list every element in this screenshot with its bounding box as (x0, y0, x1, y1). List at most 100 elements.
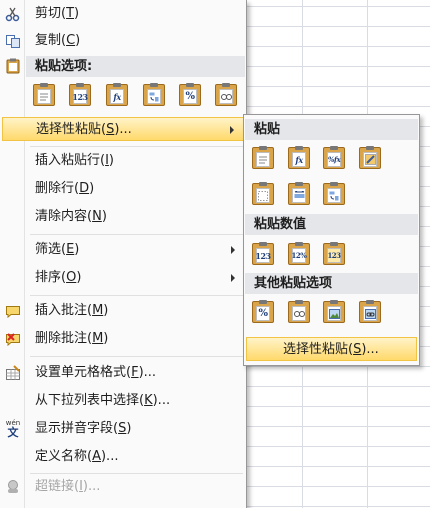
filter-menu-item[interactable]: 筛选(E) (2, 238, 245, 262)
paste-special-menu-item[interactable]: 选择性粘贴(S)... (2, 117, 245, 141)
paste-icon (252, 146, 274, 169)
paste-special-end: )... (114, 122, 132, 137)
keep-source-formatting-icon (359, 146, 381, 169)
paste-header: 粘贴 (245, 119, 418, 140)
sub-vsf-text: 123 (327, 248, 341, 263)
show-phonetic-label: 显示拼音字段( (35, 421, 119, 436)
sub-picture-button[interactable] (321, 299, 347, 325)
hyperlink-label: 超链接( (35, 479, 80, 494)
paste-special-label: 选择性粘贴( (36, 122, 107, 137)
sub-vnf-pct: % (300, 251, 307, 260)
sub-fnf-fx: fx (333, 155, 341, 164)
insert-pasted-rows-label: 插入粘贴行( (35, 153, 106, 168)
sub-transpose-button[interactable] (321, 181, 347, 207)
insert-pasted-rows-menu-item[interactable]: 插入粘贴行(I) (2, 149, 245, 173)
filter-end: ) (74, 242, 80, 257)
sub-no-borders-button[interactable] (250, 181, 276, 207)
phonetic-char: 文 (7, 426, 19, 439)
sub-vnf-12: 12 (291, 251, 301, 260)
values-text: 123 (72, 89, 88, 104)
paste-picture-icon (323, 300, 345, 323)
clipboard-icon (5, 58, 21, 74)
clear-contents-label: 清除内容( (35, 209, 93, 224)
sub-paste-formulas-number-format-button[interactable]: % fx (321, 145, 347, 171)
insert-comment-icon (5, 303, 21, 319)
cut-end: ) (74, 6, 80, 21)
sub-values-source-formatting-button[interactable]: 123 (321, 241, 347, 267)
paste-option-values[interactable]: 123 (67, 82, 93, 108)
formatting-text: % (183, 89, 197, 104)
delete-comment-icon (5, 331, 21, 347)
menu-divider (30, 234, 243, 235)
format-cells-label: 设置单元格格式( (35, 365, 132, 380)
copy-label: 复制( (35, 33, 67, 48)
copy-menu-item[interactable]: 复制(C) (2, 29, 245, 53)
paste-option-paste[interactable] (31, 82, 57, 108)
format-cells-key: F (131, 365, 139, 380)
sub-formatting-button[interactable]: % (250, 299, 276, 325)
clear-contents-key: N (92, 209, 102, 224)
delete-comment-label: 删除批注( (35, 331, 93, 346)
cut-menu-item[interactable]: 剪切(T) (2, 2, 245, 26)
sub-values-number-format-button[interactable]: 12% (286, 241, 312, 267)
sort-menu-item[interactable]: 排序(O) (2, 266, 245, 290)
sort-key: O (66, 270, 77, 285)
pick-from-list-end: )... (152, 393, 171, 408)
paste-options-header: 粘贴选项: (26, 56, 245, 77)
delete-row-end: ) (89, 181, 95, 196)
delete-row-menu-item[interactable]: 删除行(D) (2, 177, 245, 201)
paste-special-submenu: 粘贴 fx % fx 粘贴数值 123 12% 123 其他粘贴选项 % 选择性… (243, 114, 420, 366)
sub-paste-special-end: )... (361, 342, 379, 357)
pick-from-list-label: 从下拉列表中选择( (35, 393, 145, 408)
clear-contents-end: ) (101, 209, 107, 224)
paste-values-header: 粘贴数值 (245, 214, 418, 235)
delete-comment-key: M (92, 331, 104, 346)
delete-comment-menu-item[interactable]: 删除批注(M) (2, 327, 245, 351)
pick-from-list-key: K (144, 393, 153, 408)
sub-keep-source-formatting-button[interactable] (357, 145, 383, 171)
sort-label: 排序( (35, 270, 67, 285)
clear-contents-menu-item[interactable]: 清除内容(N) (2, 205, 245, 229)
format-cells-icon (5, 365, 21, 381)
define-name-menu-item[interactable]: 定义名称(A)... (2, 445, 245, 469)
sub-paste-formulas-button[interactable]: fx (286, 145, 312, 171)
scissors-icon (5, 6, 21, 22)
sub-linked-picture-button[interactable] (357, 299, 383, 325)
menu-divider (30, 295, 243, 296)
pick-from-list-menu-item[interactable]: 从下拉列表中选择(K)... (2, 389, 245, 413)
keep-column-widths-icon (288, 182, 310, 205)
format-cells-menu-item[interactable]: 设置单元格格式(F)... (2, 361, 245, 385)
sub-formulas-text: fx (292, 152, 306, 167)
sub-values-button[interactable]: 123 (250, 241, 276, 267)
paste-transpose-icon (323, 182, 345, 205)
paste-option-link[interactable] (213, 82, 239, 108)
insert-comment-label: 插入批注( (35, 303, 93, 318)
menu-divider (30, 356, 243, 357)
paste-option-transpose[interactable] (141, 82, 167, 108)
paste-option-formulas[interactable]: fx (104, 82, 130, 108)
copy-icon (5, 33, 21, 49)
sub-formatting-text: % (256, 306, 270, 321)
phonetic-icon: wén 文 (5, 419, 21, 439)
sub-values-text: 123 (255, 248, 271, 263)
sub-paste-button[interactable] (250, 145, 276, 171)
define-name-key: A (92, 449, 101, 464)
paste-formulas-icon: fx (288, 146, 310, 169)
hyperlink-icon (5, 479, 21, 495)
no-borders-icon (252, 182, 274, 205)
insert-comment-key: M (92, 303, 104, 318)
hyperlink-menu-item[interactable]: 超链接(I)... (2, 475, 245, 499)
values-source-formatting-icon: 123 (323, 242, 345, 265)
paste-option-formatting[interactable]: % (177, 82, 203, 108)
sub-paste-special-menu-item[interactable]: 选择性粘贴(S)... (246, 337, 417, 361)
cut-key: T (66, 6, 75, 21)
copy-key: C (66, 33, 76, 48)
paste-formulas-number-format-icon: % fx (323, 146, 345, 169)
show-phonetic-menu-item[interactable]: wén 文 显示拼音字段(S) (2, 417, 245, 441)
paste-link-icon (288, 300, 310, 323)
menu-divider (30, 473, 243, 474)
sub-keep-column-widths-button[interactable] (286, 181, 312, 207)
filter-label: 筛选( (35, 242, 67, 257)
insert-comment-menu-item[interactable]: 插入批注(M) (2, 299, 245, 323)
sub-paste-link-button[interactable] (286, 299, 312, 325)
